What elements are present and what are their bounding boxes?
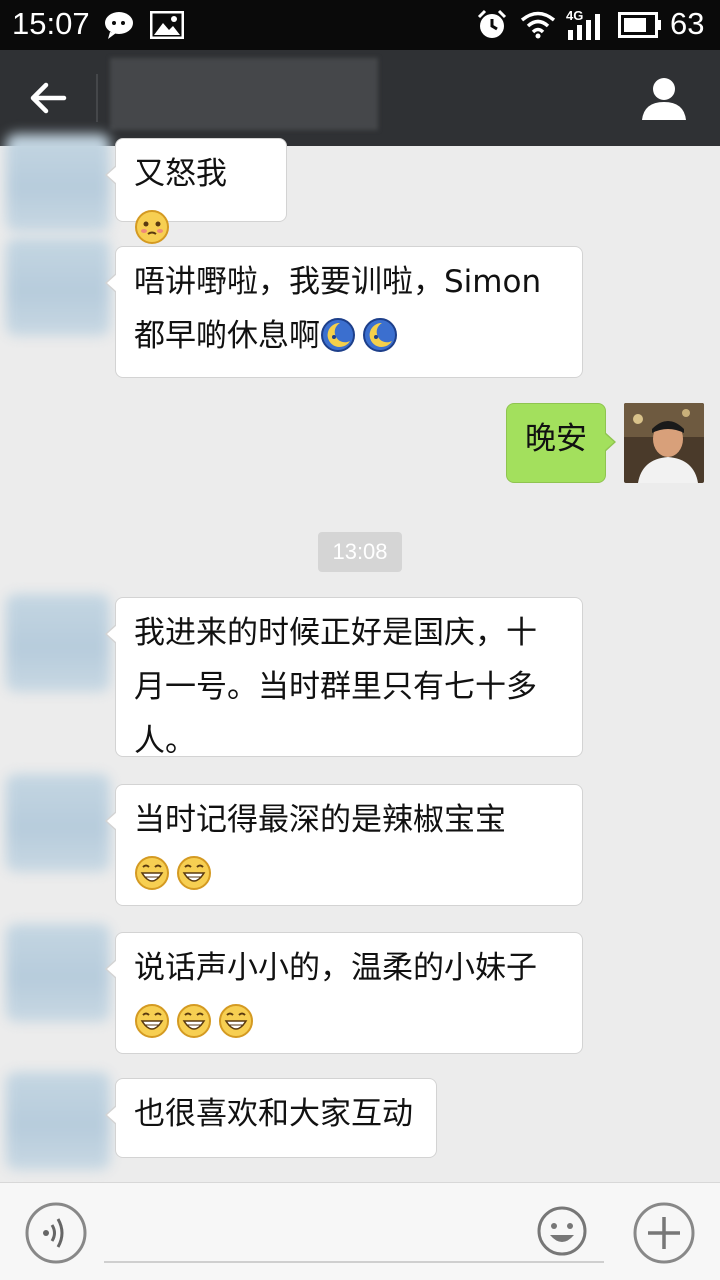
avatar[interactable]: [6, 924, 110, 1022]
avatar[interactable]: [6, 238, 110, 336]
back-arrow-icon[interactable]: [24, 78, 74, 118]
sleepy-moon-emoji: [321, 318, 355, 352]
blush-emoji: [135, 210, 169, 244]
message-bubble[interactable]: 唔讲嘢啦，我要训啦，Simon 都早啲休息啊: [105, 246, 583, 378]
message-bubble[interactable]: 说话声小小的，温柔的小妹子: [105, 932, 583, 1054]
message-bubble[interactable]: 我进来的时候正好是国庆，十 月一号。当时群里只有七十多 人。: [105, 597, 583, 759]
wifi-icon: [520, 11, 556, 39]
header-divider: [96, 74, 98, 122]
grin-emoji: [135, 1004, 169, 1038]
battery-level: 63: [670, 6, 705, 41]
person-icon[interactable]: [636, 76, 692, 122]
message-bubble[interactable]: 又怒我: [105, 138, 287, 244]
message-bubble[interactable]: 当时记得最深的是辣椒宝宝: [105, 784, 583, 906]
chat-messages: 又怒我 唔讲嘢啦，我要训啦，Simon 都早啲休息啊 晚安 13:08 我进来的…: [0, 134, 720, 1182]
grin-emoji: [177, 1004, 211, 1038]
signal-icon: [568, 14, 600, 40]
battery-icon: [618, 12, 661, 38]
grin-emoji: [135, 856, 169, 890]
chat-title: [110, 58, 378, 130]
message-bubble[interactable]: 也很喜欢和大家互动: [105, 1078, 437, 1158]
wechat-icon: [105, 12, 133, 39]
input-bar: [0, 1182, 720, 1280]
profile-photo: [624, 403, 704, 483]
image-icon: [150, 11, 184, 39]
my-message-bubble[interactable]: 晚安: [506, 403, 616, 483]
plus-icon[interactable]: [632, 1201, 696, 1265]
smiley-icon[interactable]: [536, 1205, 588, 1257]
grin-emoji: [177, 856, 211, 890]
avatar[interactable]: [6, 134, 110, 232]
sleepy-moon-emoji: [363, 318, 397, 352]
avatar[interactable]: [6, 774, 110, 872]
chat-header: [0, 50, 720, 146]
message-timestamp: 13:08: [318, 532, 402, 572]
avatar[interactable]: [6, 1072, 110, 1170]
status-time: 15:07: [12, 6, 90, 41]
grin-emoji: [219, 1004, 253, 1038]
my-avatar[interactable]: [624, 403, 704, 483]
status-bar: 15:07 4G 63: [0, 0, 720, 50]
message-input[interactable]: [104, 1213, 604, 1263]
alarm-icon: [477, 9, 507, 38]
avatar[interactable]: [6, 594, 110, 692]
voice-icon[interactable]: [24, 1201, 88, 1265]
